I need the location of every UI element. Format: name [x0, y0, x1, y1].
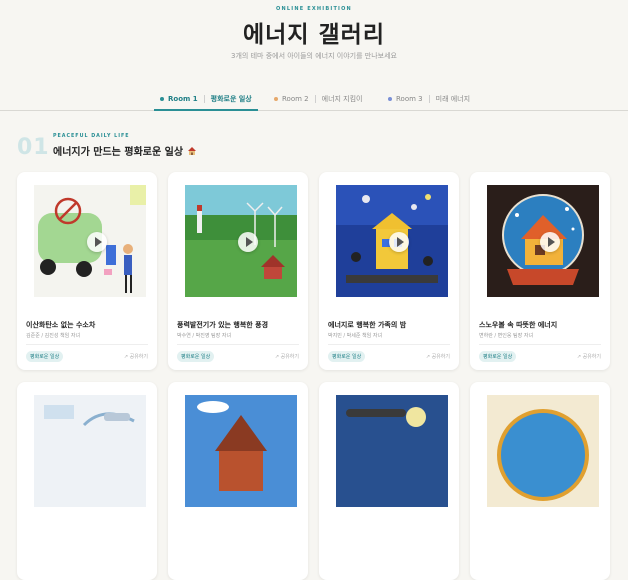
theme-badge: 평화로운 일상 — [177, 351, 215, 362]
card-divider — [26, 344, 148, 345]
tab-separator — [203, 94, 205, 103]
tab-name: 평화로운 일상 — [210, 94, 252, 103]
artwork-image[interactable] — [336, 395, 448, 507]
card-divider — [177, 344, 299, 345]
section-eyebrow: PEACEFUL DAILY LIFE — [53, 134, 130, 139]
card-author: 박지민 / 박세준 책임 자녀 — [328, 333, 383, 339]
artwork-card[interactable] — [470, 382, 610, 580]
artwork-image[interactable] — [336, 185, 448, 297]
room-tabs: Room 1 평화로운 일상 Room 2 에너지 지킴이 Room 3 미래 … — [0, 88, 628, 111]
tab-separator — [314, 94, 316, 103]
section-title: 에너지가 만드는 평화로운 일상 — [53, 143, 197, 158]
card-title: 스노우볼 속 따뜻한 에너지 — [479, 321, 558, 329]
theme-badge: 평화로운 일상 — [328, 351, 366, 362]
artwork-card[interactable]: 에너지로 행복한 가족의 밤 박지민 / 박세준 책임 자녀 평화로운 일상 ↗… — [319, 172, 459, 370]
artwork-image[interactable] — [185, 185, 297, 297]
share-button[interactable]: ↗ 공유하기 — [577, 353, 601, 360]
dot-icon — [388, 96, 392, 101]
tab-label: Room 2 — [282, 94, 309, 103]
house-icon — [187, 146, 197, 156]
tab-room-3[interactable]: Room 3 미래 에너지 — [388, 88, 470, 109]
section-number: 01 — [17, 135, 50, 160]
artwork-card[interactable] — [168, 382, 308, 580]
card-divider — [328, 344, 450, 345]
card-author: 박수연 / 박진영 팀장 자녀 — [177, 333, 232, 339]
play-icon[interactable] — [389, 232, 409, 252]
artwork-image[interactable] — [487, 395, 599, 507]
gallery-page: ONLINE EXHIBITION 에너지 갤러리 3개의 테마 중에서 아이들… — [0, 0, 628, 580]
tab-name: 미래 에너지 — [435, 94, 471, 103]
artwork-image[interactable] — [487, 185, 599, 297]
artwork-image[interactable] — [34, 185, 146, 297]
share-button[interactable]: ↗ 공유하기 — [275, 353, 299, 360]
dot-icon — [160, 96, 164, 101]
artwork-card[interactable] — [17, 382, 157, 580]
section-title-text: 에너지가 만드는 평화로운 일상 — [53, 147, 184, 158]
tab-room-1[interactable]: Room 1 평화로운 일상 — [154, 88, 258, 111]
tab-room-2[interactable]: Room 2 에너지 지킴이 — [274, 88, 363, 109]
page-subtitle: 3개의 테마 중에서 아이들의 에너지 이야기를 만나보세요 — [231, 52, 397, 60]
play-icon[interactable] — [238, 232, 258, 252]
page-title: 에너지 갤러리 — [243, 22, 385, 48]
card-title: 이산화탄소 없는 수소차 — [26, 321, 96, 329]
theme-badge: 평화로운 일상 — [26, 351, 64, 362]
share-button[interactable]: ↗ 공유하기 — [426, 353, 450, 360]
card-author: 변하란 / 변인웅 팀장 자녀 — [479, 333, 534, 339]
header-eyebrow: ONLINE EXHIBITION — [276, 6, 352, 12]
tab-label: Room 1 — [168, 94, 198, 103]
tab-name: 에너지 지킴이 — [321, 94, 363, 103]
card-author: 김준준 / 김진성 책임 자녀 — [26, 333, 81, 339]
artwork-image[interactable] — [34, 395, 146, 507]
share-button[interactable]: ↗ 공유하기 — [124, 353, 148, 360]
card-title: 에너지로 행복한 가족의 밤 — [328, 321, 407, 329]
play-icon[interactable] — [540, 232, 560, 252]
artwork-card[interactable]: 이산화탄소 없는 수소차 김준준 / 김진성 책임 자녀 평화로운 일상 ↗ 공… — [17, 172, 157, 370]
theme-badge: 평화로운 일상 — [479, 351, 517, 362]
card-divider — [479, 344, 601, 345]
tab-separator — [428, 94, 430, 103]
artwork-image[interactable] — [185, 395, 297, 507]
dot-icon — [274, 96, 278, 101]
play-icon[interactable] — [87, 232, 107, 252]
tab-label: Room 3 — [396, 94, 423, 103]
artwork-card[interactable]: 풍력발전기가 있는 행복한 풍경 박수연 / 박진영 팀장 자녀 평화로운 일상… — [168, 172, 308, 370]
artwork-card[interactable]: 스노우볼 속 따뜻한 에너지 변하란 / 변인웅 팀장 자녀 평화로운 일상 ↗… — [470, 172, 610, 370]
card-title: 풍력발전기가 있는 행복한 풍경 — [177, 321, 269, 329]
artwork-card[interactable] — [319, 382, 459, 580]
